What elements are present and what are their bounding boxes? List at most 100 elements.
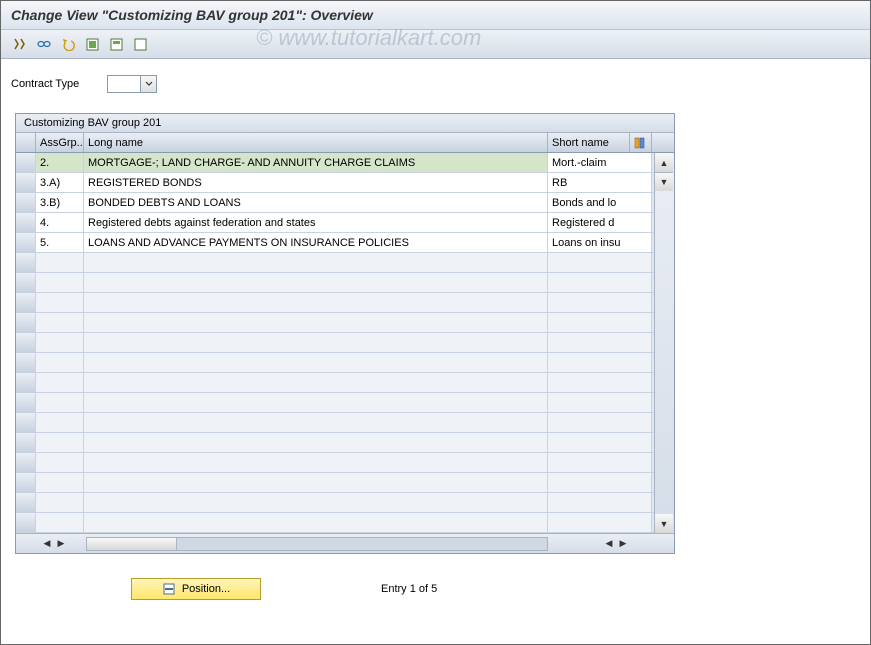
cell-longname[interactable] [84,273,548,292]
row-selector-header[interactable] [16,133,36,152]
cell-longname[interactable] [84,453,548,472]
cell-longname[interactable]: LOANS AND ADVANCE PAYMENTS ON INSURANCE … [84,233,548,252]
row-selector[interactable] [16,453,36,472]
cell-longname[interactable] [84,493,548,512]
row-selector[interactable] [16,233,36,252]
row-selector[interactable] [16,193,36,212]
cell-assgrp[interactable] [36,353,84,372]
deselect-all-icon[interactable] [129,34,151,54]
hscroll-left-icon[interactable]: ◀ [40,537,54,551]
row-selector[interactable] [16,273,36,292]
cell-assgrp[interactable]: 3.A) [36,173,84,192]
position-button[interactable]: Position... [131,578,261,600]
row-selector[interactable] [16,433,36,452]
cell-longname[interactable]: REGISTERED BONDS [84,173,548,192]
cell-assgrp[interactable] [36,393,84,412]
cell-shortname[interactable] [548,353,652,372]
row-selector[interactable] [16,373,36,392]
select-block-icon[interactable] [105,34,127,54]
row-selector[interactable] [16,473,36,492]
cell-assgrp[interactable]: 2. [36,153,84,172]
cell-shortname[interactable] [548,273,652,292]
cell-longname[interactable] [84,433,548,452]
row-selector[interactable] [16,333,36,352]
row-selector[interactable] [16,413,36,432]
cell-longname[interactable] [84,473,548,492]
cell-longname[interactable]: MORTGAGE-; LAND CHARGE- AND ANNUITY CHAR… [84,153,548,172]
cell-longname[interactable] [84,373,548,392]
cell-longname[interactable] [84,333,548,352]
contract-type-input[interactable] [107,75,157,93]
select-all-icon[interactable] [81,34,103,54]
hscroll-thumb[interactable] [87,538,177,550]
cell-shortname[interactable] [548,493,652,512]
cell-assgrp[interactable]: 4. [36,213,84,232]
display-change-icon[interactable] [33,34,55,54]
row-selector[interactable] [16,353,36,372]
row-selector[interactable] [16,493,36,512]
cell-longname[interactable] [84,313,548,332]
cell-assgrp[interactable] [36,453,84,472]
cell-shortname[interactable]: Loans on insu [548,233,652,252]
cell-assgrp[interactable] [36,413,84,432]
cell-longname[interactable] [84,393,548,412]
cell-assgrp[interactable] [36,433,84,452]
scroll-up-icon[interactable]: ▲ [655,153,673,172]
col-header-longname[interactable]: Long name [84,133,548,152]
row-selector[interactable] [16,293,36,312]
cell-longname[interactable] [84,293,548,312]
cell-assgrp[interactable]: 3.B) [36,193,84,212]
cell-shortname[interactable] [548,413,652,432]
hscroll-short-left-icon[interactable]: ◀ [602,537,616,551]
cell-assgrp[interactable] [36,493,84,512]
row-selector[interactable] [16,393,36,412]
col-header-shortname[interactable]: Short name [548,133,630,152]
row-selector[interactable] [16,213,36,232]
scroll-down-icon[interactable]: ▼ [655,514,673,533]
cell-longname[interactable] [84,413,548,432]
table-settings-icon[interactable] [630,133,652,152]
cell-assgrp[interactable] [36,273,84,292]
cell-shortname[interactable] [548,513,652,532]
cell-longname[interactable]: Registered debts against federation and … [84,213,548,232]
scroll-down-arrow-icon[interactable]: ▼ [655,172,673,191]
cell-shortname[interactable] [548,293,652,312]
cell-shortname[interactable] [548,253,652,272]
cell-longname[interactable] [84,253,548,272]
col-header-assgrp[interactable]: AssGrp... [36,133,84,152]
dropdown-icon[interactable] [140,76,156,92]
cell-longname[interactable] [84,513,548,532]
cell-shortname[interactable] [548,473,652,492]
row-selector[interactable] [16,173,36,192]
cell-shortname[interactable] [548,453,652,472]
cell-shortname[interactable] [548,373,652,392]
cell-shortname[interactable] [548,393,652,412]
cell-shortname[interactable]: RB [548,173,652,192]
undo-icon[interactable] [57,34,79,54]
cell-assgrp[interactable]: 5. [36,233,84,252]
cell-longname[interactable]: BONDED DEBTS AND LOANS [84,193,548,212]
hscroll-track[interactable] [86,537,548,551]
cell-shortname[interactable] [548,433,652,452]
cell-shortname[interactable]: Mort.-claim [548,153,652,172]
cell-assgrp[interactable] [36,473,84,492]
hscroll-right-icon[interactable]: ▶ [54,537,68,551]
cell-shortname[interactable] [548,313,652,332]
cell-shortname[interactable] [548,333,652,352]
row-selector[interactable] [16,313,36,332]
cell-assgrp[interactable] [36,373,84,392]
cell-assgrp[interactable] [36,333,84,352]
cell-assgrp[interactable] [36,513,84,532]
hscroll-short-right-icon[interactable]: ▶ [616,537,630,551]
cell-assgrp[interactable] [36,293,84,312]
cell-shortname[interactable]: Bonds and lo [548,193,652,212]
row-selector[interactable] [16,513,36,532]
cell-shortname[interactable]: Registered d [548,213,652,232]
row-selector[interactable] [16,153,36,172]
cell-assgrp[interactable] [36,253,84,272]
vertical-scrollbar[interactable]: ▲ ▼ ▼ [654,153,674,533]
cell-longname[interactable] [84,353,548,372]
row-selector[interactable] [16,253,36,272]
other-view-icon[interactable] [9,34,31,54]
cell-assgrp[interactable] [36,313,84,332]
